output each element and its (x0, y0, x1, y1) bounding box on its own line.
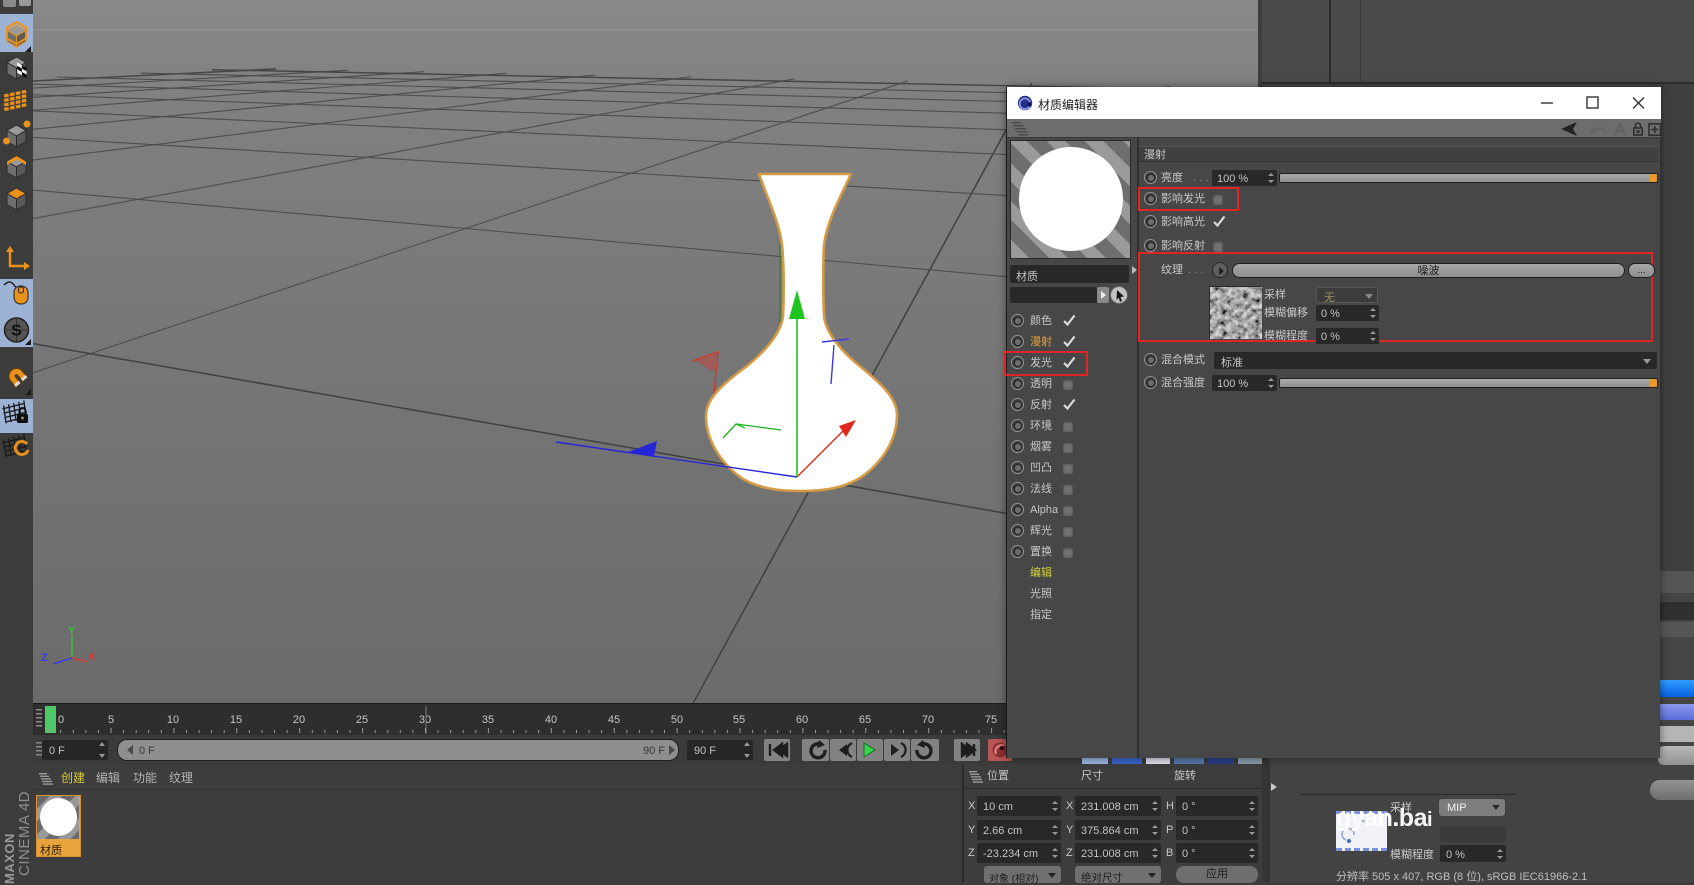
svg-text:10: 10 (167, 714, 179, 726)
svg-text:0 F: 0 F (139, 745, 155, 757)
svg-text:0: 0 (58, 714, 64, 726)
svg-text:0 F: 0 F (49, 745, 65, 757)
svg-text:75: 75 (985, 714, 997, 726)
svg-text:50: 50 (671, 714, 683, 726)
svg-text:60: 60 (796, 714, 808, 726)
svg-text:15: 15 (230, 714, 242, 726)
svg-text:90 F: 90 F (643, 745, 665, 757)
svg-text:35: 35 (482, 714, 494, 726)
svg-text:30: 30 (419, 714, 431, 726)
svg-text:X: X (88, 651, 96, 663)
svg-text:45: 45 (608, 714, 620, 726)
svg-text:70: 70 (922, 714, 934, 726)
svg-text:25: 25 (356, 714, 368, 726)
svg-text:S: S (11, 323, 22, 340)
svg-text:40: 40 (545, 714, 557, 726)
svg-text:Y: Y (68, 625, 76, 637)
svg-text:5: 5 (108, 714, 114, 726)
svg-text:55: 55 (733, 714, 745, 726)
svg-text:90 F: 90 F (694, 745, 716, 757)
svg-text:65: 65 (859, 714, 871, 726)
svg-text:20: 20 (293, 714, 305, 726)
svg-text:Z: Z (41, 652, 48, 664)
